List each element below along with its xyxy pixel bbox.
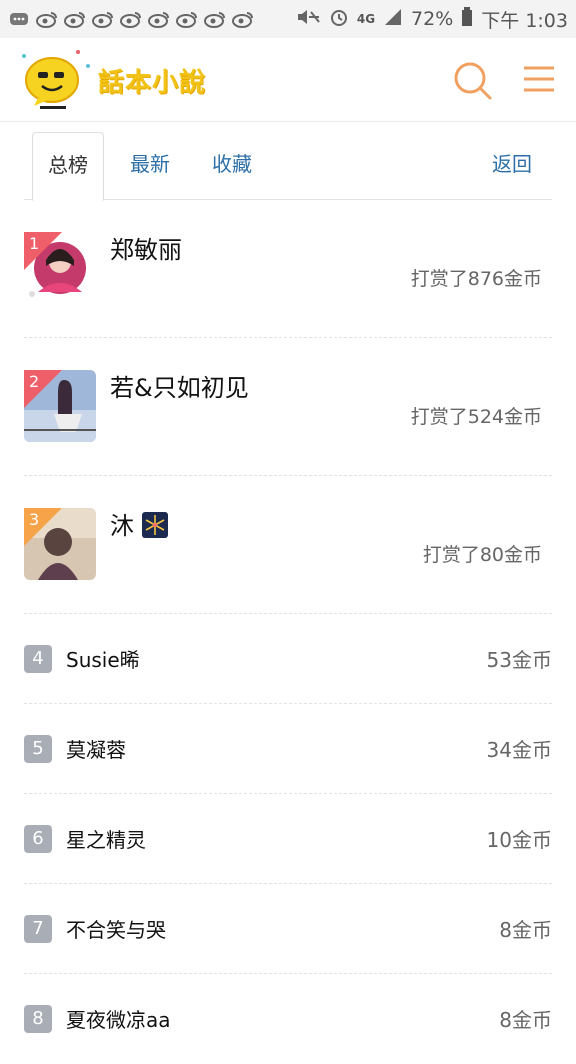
- list-item[interactable]: 7 不合笑与哭 8金币: [24, 884, 552, 974]
- user-name-text: 沐: [110, 512, 134, 540]
- mute-icon: [295, 8, 321, 31]
- menu-icon: [524, 66, 554, 92]
- logo-text: 話本小說: [98, 68, 207, 98]
- menu-button[interactable]: [518, 58, 562, 102]
- avatar: 2: [24, 370, 96, 442]
- rank-badge: 4: [24, 645, 52, 673]
- logo-mascot-icon: [22, 50, 90, 109]
- user-name: 不合笑与哭: [66, 918, 166, 942]
- avatar: 1: [24, 232, 96, 304]
- reward-text: 打赏了876金币: [410, 268, 542, 290]
- user-name: 若&只如初见: [110, 374, 249, 402]
- avatar: 3: [24, 508, 96, 580]
- rank-badge: 8: [24, 1005, 52, 1033]
- coin-amount: 8金币: [499, 918, 552, 942]
- status-bar: 4G 72% 下午 1:03: [0, 0, 576, 38]
- back-link[interactable]: 返回: [490, 132, 534, 200]
- coin-amount: 10金币: [486, 828, 552, 852]
- signal-icon: [383, 8, 403, 31]
- battery-level: 72%: [411, 8, 454, 30]
- system-status: 4G 72% 下午 1:03: [295, 6, 568, 33]
- weibo-icon: [36, 10, 58, 28]
- weibo-icon: [92, 10, 114, 28]
- coin-amount: 8金币: [499, 1008, 552, 1032]
- user-name: 夏夜微凉aa: [66, 1008, 171, 1032]
- reward-text: 打赏了80金币: [422, 544, 542, 566]
- weibo-icon: [176, 10, 198, 28]
- tab-favorites[interactable]: 收藏: [210, 132, 254, 200]
- list-item[interactable]: 8 夏夜微凉aa 8金币: [24, 974, 552, 1064]
- coin-amount: 34金币: [486, 738, 552, 762]
- list-item[interactable]: 5 莫凝蓉 34金币: [24, 704, 552, 794]
- notification-icons: [8, 10, 254, 28]
- user-name: 郑敏丽: [110, 236, 182, 264]
- search-button[interactable]: [450, 58, 494, 102]
- rank-row-top[interactable]: 1 郑敏丽 打赏了876金币: [24, 200, 552, 338]
- rank-number: 2: [29, 372, 40, 391]
- fireworks-emoji-icon: [141, 512, 168, 538]
- clock: 下午 1:03: [481, 9, 568, 32]
- rank-row-top[interactable]: 2 若&只如初见 打赏了524金币: [24, 338, 552, 476]
- user-name: 星之精灵: [66, 828, 146, 852]
- user-name: 莫凝蓉: [66, 738, 126, 762]
- coin-amount: 53金币: [486, 648, 552, 672]
- rank-number: 1: [29, 234, 40, 253]
- rank-badge: 7: [24, 915, 52, 943]
- reward-text: 打赏了524金币: [410, 406, 542, 428]
- search-icon: [454, 62, 492, 100]
- network-type: 4G: [356, 12, 376, 26]
- user-name: Susie晞: [66, 648, 140, 672]
- rank-badge: 6: [24, 825, 52, 853]
- weibo-icon: [204, 10, 226, 28]
- list-item[interactable]: 4 Susie晞 53金币: [24, 614, 552, 704]
- tab-total[interactable]: 总榜: [32, 132, 104, 201]
- alarm-icon: [329, 7, 349, 32]
- list-item[interactable]: 6 星之精灵 10金币: [24, 794, 552, 884]
- user-name: 沐: [110, 506, 168, 541]
- ranking-tabs: 总榜 最新 收藏 返回: [24, 132, 552, 201]
- weibo-icon: [148, 10, 170, 28]
- chat-icon: [8, 10, 30, 28]
- weibo-icon: [120, 10, 142, 28]
- rank-number: 3: [29, 510, 40, 529]
- weibo-icon: [232, 10, 254, 28]
- app-header: 話本小說: [0, 38, 576, 122]
- rank-badge: 5: [24, 735, 52, 763]
- tab-latest[interactable]: 最新: [128, 132, 172, 200]
- app-logo[interactable]: 話本小說: [18, 46, 208, 112]
- weibo-icon: [64, 10, 86, 28]
- battery-icon: [461, 6, 473, 32]
- rank-row-top[interactable]: 3 沐 打赏了80金币: [24, 476, 552, 614]
